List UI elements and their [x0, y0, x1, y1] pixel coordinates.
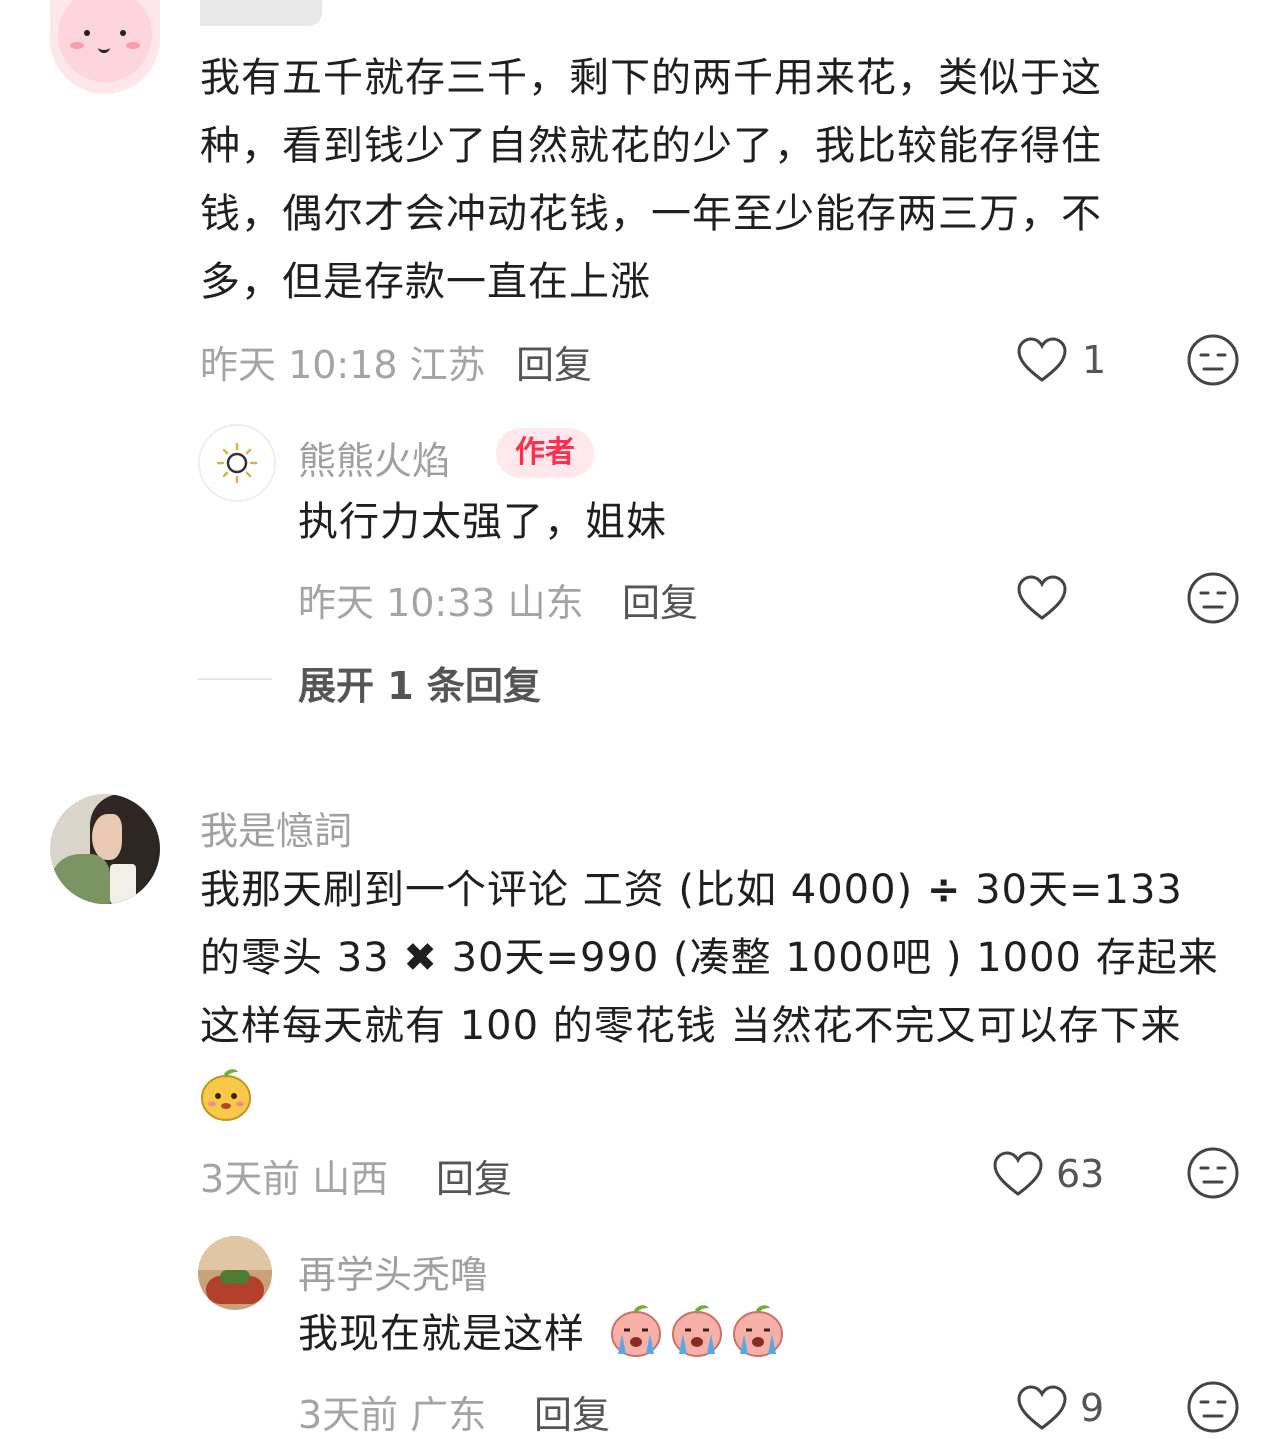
crying-emoji-icon [611, 1305, 661, 1357]
avatar[interactable] [50, 0, 160, 94]
divider [198, 678, 272, 680]
heart-outline-icon[interactable] [992, 1150, 1044, 1198]
comment-meta: 3天前 广东 [298, 1393, 487, 1437]
heart-outline-icon[interactable] [1016, 1384, 1068, 1432]
sun-icon [216, 442, 258, 484]
comment-text: 我有五千就存三千，剩下的两千用来花，类似于这 种，看到钱少了自然就花的少了，我比… [200, 55, 1102, 305]
comment-meta: 昨天 10:33 山东 [298, 581, 584, 625]
comment-text: 执行力太强了，姐妹 [298, 499, 667, 545]
username[interactable]: 再学头秃噜 [298, 1244, 488, 1299]
reply-button[interactable]: 回复 [436, 1148, 512, 1203]
neutral-face-icon[interactable] [1186, 571, 1240, 625]
reply-button[interactable]: 回复 [534, 1384, 610, 1439]
neutral-face-icon[interactable] [1186, 1146, 1240, 1200]
expand-replies-button[interactable]: 展开 1 条回复 [298, 655, 541, 710]
heart-outline-icon[interactable] [1016, 574, 1068, 622]
like-count: 9 [1080, 1386, 1105, 1430]
comment-meta: 3天前 山西 [200, 1157, 389, 1201]
like-count: 1 [1082, 338, 1107, 382]
neutral-face-icon[interactable] [1186, 333, 1240, 387]
avatar[interactable] [50, 794, 160, 904]
avatar[interactable] [198, 424, 276, 502]
comment-meta: 昨天 10:18 江苏 [200, 343, 486, 387]
reply-button[interactable]: 回复 [622, 572, 698, 627]
reply-button[interactable]: 回复 [516, 334, 592, 389]
heart-outline-icon[interactable] [1016, 336, 1068, 384]
comment-text: 我现在就是这样 [298, 1311, 585, 1357]
mango-emoji-icon [201, 1069, 251, 1121]
redacted-username [200, 0, 322, 26]
author-badge: 作者 [496, 428, 594, 478]
crying-emoji-icon [733, 1305, 784, 1357]
username[interactable]: 熊熊火焰 [298, 430, 450, 485]
avatar[interactable] [198, 1236, 272, 1310]
like-count: 63 [1056, 1152, 1105, 1196]
comment-text: 我那天刷到一个评论 工资 (比如 4000) ÷ 30天=133 的零头 33 … [200, 867, 1219, 1049]
crying-emoji-group [608, 1302, 786, 1358]
crying-emoji-icon [672, 1305, 723, 1357]
neutral-face-icon[interactable] [1186, 1380, 1240, 1434]
username[interactable]: 我是憶詞 [200, 800, 352, 855]
